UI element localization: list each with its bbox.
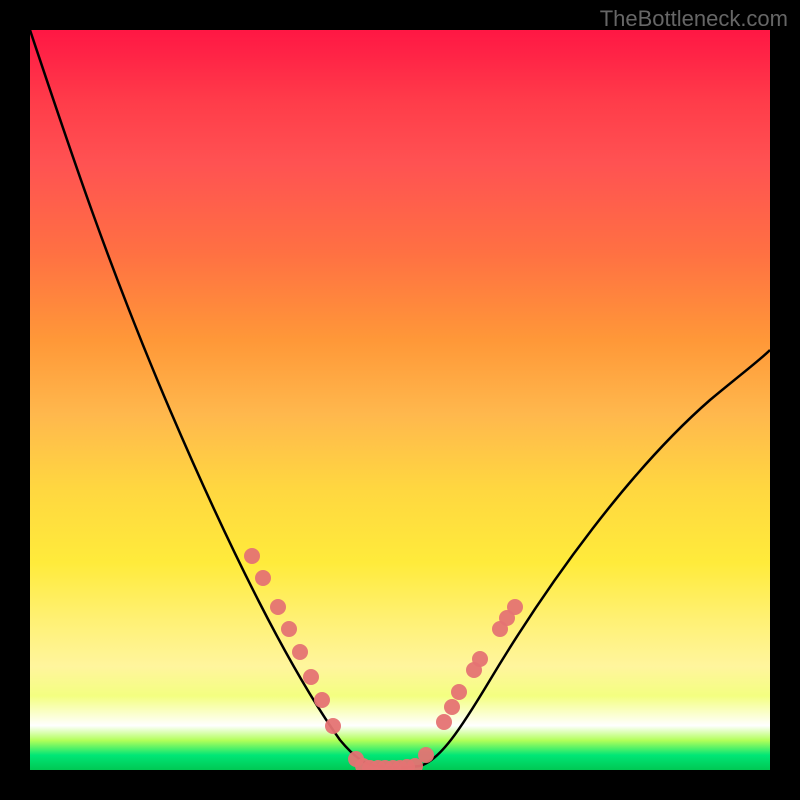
data-point [418,747,434,763]
plot-area [30,30,770,770]
data-point [472,651,488,667]
data-point [281,621,297,637]
watermark-text: TheBottleneck.com [600,6,788,32]
data-point [270,599,286,615]
data-point [325,718,341,734]
data-point [507,599,523,615]
data-point [444,699,460,715]
left-curve-line [30,30,375,766]
chart-svg [30,30,770,770]
data-point [314,692,330,708]
data-points-group [244,548,523,770]
chart-container: TheBottleneck.com [0,0,800,800]
data-point [451,684,467,700]
data-point [303,669,319,685]
data-point [436,714,452,730]
data-point [255,570,271,586]
right-curve-line [420,350,770,766]
data-point [292,644,308,660]
data-point [244,548,260,564]
